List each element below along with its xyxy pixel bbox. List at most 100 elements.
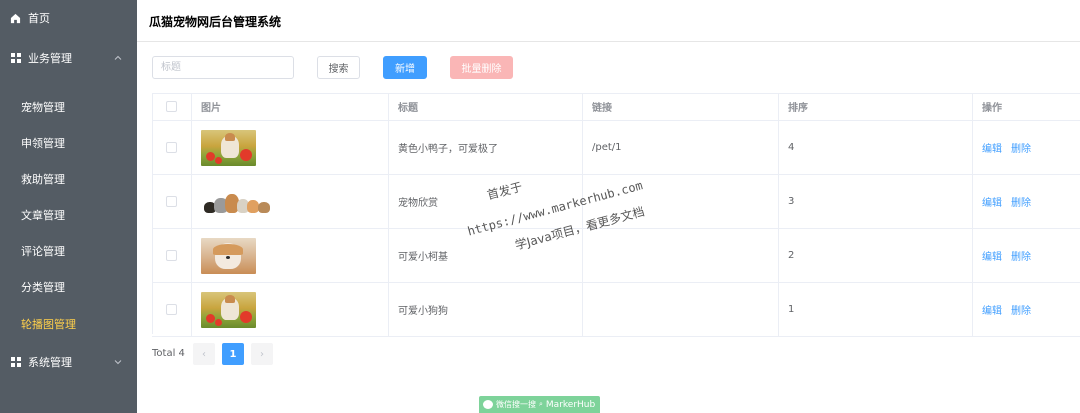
sidebar-item-label: 评论管理	[21, 245, 65, 258]
thumbnail-detail	[215, 156, 222, 164]
column-header-title: 标题	[389, 93, 583, 120]
column-header-link: 链接	[583, 93, 779, 120]
chevron-up-icon	[114, 55, 122, 60]
edit-button[interactable]: 编辑	[982, 302, 1002, 317]
sidebar: 首页 业务管理 宠物管理 申领管理 救助管理 文章管理 评论管理 分类管理 轮播…	[0, 0, 137, 413]
wechat-icon	[483, 400, 493, 409]
sidebar-item-claims[interactable]: 申领管理	[0, 125, 137, 161]
carousel-image-thumbnail	[201, 237, 256, 274]
sidebar-item-label: 宠物管理	[21, 101, 65, 114]
header: 瓜猫宠物网后台管理系统	[137, 0, 1080, 42]
sidebar-item-business[interactable]: 业务管理	[0, 40, 137, 76]
delete-button[interactable]: 删除	[1011, 140, 1031, 155]
thumbnail-detail	[221, 294, 239, 320]
sidebar-item-home[interactable]: 首页	[0, 0, 137, 36]
edit-button[interactable]: 编辑	[982, 248, 1002, 263]
sort-cell: 1	[779, 283, 973, 336]
sidebar-item-label: 救助管理	[21, 173, 65, 186]
thumbnail-detail	[215, 318, 222, 326]
sort-cell: 3	[779, 175, 973, 228]
header-select-cell	[152, 93, 192, 120]
thumbnail-detail	[221, 132, 239, 158]
search-input[interactable]	[152, 56, 294, 79]
table-row: 黄色小鸭子，可爱极了 /pet/1 4 编辑 删除	[152, 121, 1080, 175]
image-cell	[192, 175, 389, 228]
pagination-next-button[interactable]: ›	[251, 343, 273, 365]
actions-cell: 编辑 删除	[973, 175, 1080, 228]
sidebar-item-comments[interactable]: 评论管理	[0, 233, 137, 269]
thumbnail-detail	[206, 151, 215, 161]
column-header-image: 图片	[192, 93, 389, 120]
sidebar-item-label: 业务管理	[28, 52, 72, 65]
pagination-page-button[interactable]: 1	[222, 343, 244, 365]
link-cell: /pet/1	[583, 121, 779, 174]
grid-icon	[11, 53, 21, 63]
sort-cell: 4	[779, 121, 973, 174]
add-button[interactable]: 新增	[383, 56, 427, 79]
wechat-watermark: 微信搜一搜 ⌕ MarkerHub	[479, 396, 600, 413]
column-header-actions: 操作	[982, 103, 1002, 114]
actions-cell: 编辑 删除	[973, 283, 1080, 336]
row-select-cell	[152, 229, 192, 282]
sidebar-item-label: 首页	[28, 12, 50, 25]
thumbnail-detail	[258, 201, 270, 213]
delete-button[interactable]: 删除	[1011, 302, 1031, 317]
edit-button[interactable]: 编辑	[982, 140, 1002, 155]
delete-button[interactable]: 删除	[1011, 194, 1031, 209]
chevron-left-icon: ‹	[202, 348, 206, 360]
row-checkbox[interactable]	[166, 250, 177, 261]
page-title: 瓜猫宠物网后台管理系统	[149, 15, 282, 29]
actions-cell: 编辑 删除	[973, 121, 1080, 174]
carousel-image-thumbnail	[201, 183, 275, 220]
thumbnail-detail	[206, 313, 215, 323]
wechat-search-text: 微信搜一搜	[496, 400, 536, 409]
sidebar-item-label: 系统管理	[28, 356, 72, 369]
sidebar-item-carousel[interactable]: 轮播图管理	[0, 306, 137, 342]
search-button[interactable]: 搜索	[317, 56, 360, 79]
sidebar-item-system[interactable]: 系统管理	[0, 344, 137, 380]
home-icon	[10, 13, 21, 23]
sidebar-item-rescue[interactable]: 救助管理	[0, 161, 137, 197]
sidebar-item-label: 申领管理	[21, 137, 65, 150]
row-select-cell	[152, 121, 192, 174]
link-cell	[583, 283, 779, 336]
chevron-down-icon	[114, 360, 122, 365]
link-cell	[583, 229, 779, 282]
search-icon: ⌕	[539, 400, 543, 408]
select-all-checkbox[interactable]	[166, 101, 177, 112]
column-header-sort[interactable]: 排序	[779, 93, 973, 120]
image-cell	[192, 229, 389, 282]
sidebar-item-articles[interactable]: 文章管理	[0, 197, 137, 233]
sidebar-item-categories[interactable]: 分类管理	[0, 269, 137, 305]
thumbnail-detail	[213, 242, 243, 269]
title-cell: 可爱小狗狗	[389, 283, 583, 336]
sort-cell: 2	[779, 229, 973, 282]
row-select-cell	[152, 175, 192, 228]
chevron-right-icon: ›	[260, 348, 264, 360]
row-checkbox[interactable]	[166, 142, 177, 153]
pagination-prev-button[interactable]: ‹	[193, 343, 215, 365]
actions-cell: 编辑 删除	[973, 229, 1080, 282]
title-cell: 黄色小鸭子，可爱极了	[389, 121, 583, 174]
row-checkbox[interactable]	[166, 196, 177, 207]
carousel-image-thumbnail	[201, 291, 256, 328]
grid-icon	[11, 357, 21, 367]
sidebar-item-pets[interactable]: 宠物管理	[0, 89, 137, 125]
sidebar-item-label: 文章管理	[21, 209, 65, 222]
thumbnail-detail	[240, 148, 252, 161]
image-cell	[192, 121, 389, 174]
table-row: 可爱小柯基 2 编辑 删除	[152, 229, 1080, 283]
wechat-brand: MarkerHub	[545, 399, 596, 410]
sidebar-item-label: 分类管理	[21, 281, 65, 294]
edit-button[interactable]: 编辑	[982, 194, 1002, 209]
thumbnail-detail	[240, 310, 252, 323]
sidebar-item-label: 轮播图管理	[21, 318, 76, 331]
batch-delete-button[interactable]: 批量删除	[450, 56, 513, 79]
row-checkbox[interactable]	[166, 304, 177, 315]
table-header: 图片 标题 链接 排序 操作	[152, 93, 1080, 121]
image-cell	[192, 283, 389, 336]
row-select-cell	[152, 283, 192, 336]
delete-button[interactable]: 删除	[1011, 248, 1031, 263]
table-row: 可爱小狗狗 1 编辑 删除	[152, 283, 1080, 337]
carousel-image-thumbnail	[201, 129, 256, 166]
